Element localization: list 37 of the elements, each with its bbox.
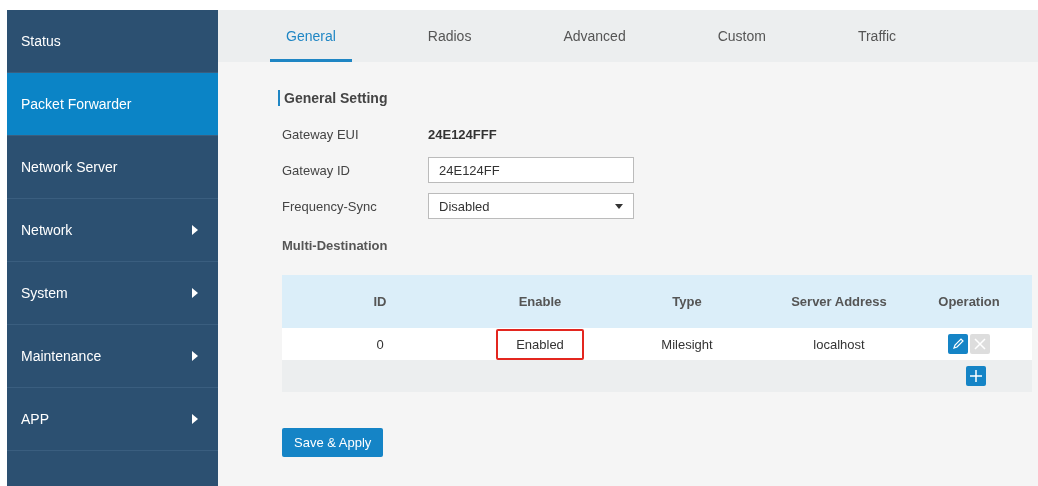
sidebar-item[interactable]: Packet Forwarder [7,73,218,136]
field-label: Gateway EUI [282,126,360,142]
column-header: Operation [906,275,1032,328]
sidebar-item-label: Network [21,222,73,238]
sidebar-item-label: System [21,285,68,301]
add-button[interactable] [966,366,986,386]
subsection-title: Multi-Destination [282,238,389,253]
table-cell: Enabled [496,328,584,360]
tab[interactable]: Custom [701,10,782,62]
sidebar-item-label: APP [21,411,49,427]
column-header: Enable [478,275,602,328]
table-cell: 0 [282,328,478,360]
section-title: General Setting [278,90,388,106]
edit-button[interactable] [948,334,968,354]
table-cell: Milesight [602,328,772,360]
input-field[interactable]: 24E124FF [428,157,634,183]
tab[interactable]: Advanced [547,10,642,62]
plus-icon [970,370,982,382]
field-value: 24E124FFF [428,126,497,142]
column-header: Type [602,275,772,328]
field-label: Frequency-Sync [282,198,378,214]
pencil-icon [952,338,964,350]
sidebar-item-label: Packet Forwarder [21,96,132,112]
save-apply-button[interactable]: Save & Apply [282,428,384,457]
sidebar-item-label: Maintenance [21,348,102,364]
caret-down-icon [615,203,623,209]
table-cell: localhost [772,328,906,360]
sidebar-item-label: Status [21,33,61,49]
close-icon [974,338,986,350]
column-header: ID [282,275,478,328]
select-field[interactable]: Disabled [428,193,634,219]
tab[interactable]: Radios [411,10,488,62]
column-header: Server Address [772,275,906,328]
tab[interactable]: Traffic [841,10,913,62]
sidebar-item-label: Network Server [21,159,118,175]
field-label: Gateway ID [282,162,351,178]
tab[interactable]: General [270,10,352,62]
